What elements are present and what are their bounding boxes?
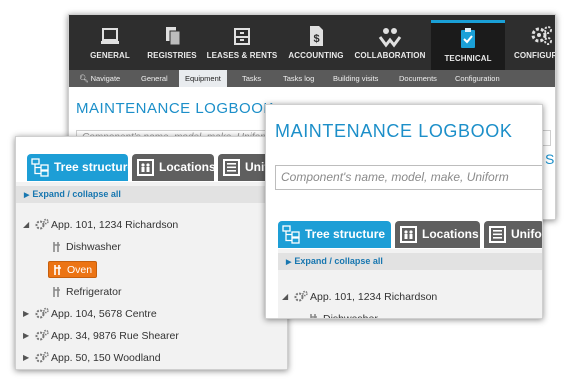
- elevator-people-icon: [136, 158, 155, 177]
- elevator-people-icon: [399, 225, 418, 244]
- cabinet-icon: [205, 23, 279, 51]
- expand-collapse-all[interactable]: ▶ Expand / collapse all: [16, 186, 287, 203]
- tab-bar: Tree structure Locations Unifo: [278, 221, 542, 249]
- component-icon: [53, 264, 63, 281]
- subnav-configuration[interactable]: Configuration: [449, 70, 506, 87]
- page-title: MAINTENANCE LOGBOOK: [76, 100, 274, 117]
- tree-panel: ▶ Expand / collapse all ◢ App. 101, 1234 …: [278, 249, 542, 318]
- tree-structure-icon: [282, 225, 301, 244]
- tab-locations[interactable]: Locations: [132, 154, 214, 181]
- tab-tree-structure[interactable]: Tree structure: [27, 154, 128, 181]
- front-window: MAINTENANCE LOGBOOK Component's name, mo…: [265, 104, 543, 319]
- collapse-caret-icon: ◢: [282, 292, 289, 301]
- top-nav: GENERAL REGISTRIES LEASES & RENTS $ ACCO…: [69, 15, 555, 70]
- expand-collapse-all[interactable]: ▶ Expand / collapse all: [278, 253, 542, 270]
- tab-bar: Tree structure Locations Unifo: [27, 154, 287, 182]
- clipboard-check-icon: [431, 26, 505, 54]
- document-list-icon: [222, 158, 241, 177]
- nav-registries[interactable]: REGISTRIES: [135, 23, 209, 67]
- tree-leaf-selected[interactable]: Oven: [48, 261, 97, 278]
- subnav-tasks[interactable]: Tasks: [236, 70, 267, 87]
- subnav-documents[interactable]: Documents: [393, 70, 443, 87]
- search-side-glyph: S: [545, 151, 555, 167]
- subnav-equipment[interactable]: Equipment: [179, 70, 227, 87]
- document-list-icon: [488, 225, 507, 244]
- left-window: Tree structure Locations Unifo ▶ Expand /…: [15, 136, 288, 370]
- component-icon: [52, 241, 62, 258]
- gears-icon: [35, 307, 49, 325]
- hands-people-icon: [353, 23, 427, 51]
- collapse-caret-icon: ◢: [23, 220, 30, 229]
- nav-accounting[interactable]: $ ACCOUNTING: [279, 23, 353, 67]
- subnav-general[interactable]: General: [135, 70, 174, 87]
- subnav-tasks-log[interactable]: Tasks log: [277, 70, 320, 87]
- documents-icon: [135, 23, 209, 51]
- subnav-navigate[interactable]: 🔍︎ Navigate: [73, 70, 126, 87]
- gears-icon: [35, 329, 49, 347]
- expand-caret-icon: ▶: [23, 309, 30, 318]
- tab-locations[interactable]: Locations: [395, 221, 480, 248]
- tab-uniformat[interactable]: Unifo: [484, 221, 542, 248]
- gears-icon: [294, 290, 308, 308]
- gears-icon: [35, 218, 49, 236]
- tree-panel: ▶ Expand / collapse all ◢ App. 101, 1234 …: [16, 182, 287, 369]
- svg-text:$: $: [313, 33, 319, 45]
- search-input[interactable]: Component's name, model, make, Uniform: [275, 165, 542, 190]
- expand-arrow-icon: ▶: [286, 259, 292, 266]
- search-icon: 🔍︎: [79, 74, 89, 83]
- expand-caret-icon: ▶: [23, 353, 30, 362]
- component-icon: [52, 286, 62, 303]
- dollar-document-icon: $: [279, 23, 353, 51]
- tree-structure-icon: [31, 158, 50, 177]
- subnav-building-visits[interactable]: Building visits: [327, 70, 384, 87]
- sub-nav: 🔍︎ Navigate General Equipment Tasks Task…: [69, 70, 555, 87]
- nav-configuration[interactable]: CONFIGURATI: [505, 23, 555, 67]
- component-icon: [309, 313, 319, 318]
- nav-leases-rents[interactable]: LEASES & RENTS: [205, 23, 279, 67]
- nav-technical[interactable]: TECHNICAL: [431, 20, 505, 70]
- page-title: MAINTENANCE LOGBOOK: [275, 121, 513, 141]
- expand-caret-icon: ▶: [23, 331, 30, 340]
- expand-arrow-icon: ▶: [24, 192, 30, 199]
- nav-collaboration[interactable]: COLLABORATION: [353, 23, 427, 67]
- tab-tree-structure[interactable]: Tree structure: [278, 221, 391, 248]
- gears-icon: [505, 23, 555, 51]
- gears-icon: [35, 351, 49, 369]
